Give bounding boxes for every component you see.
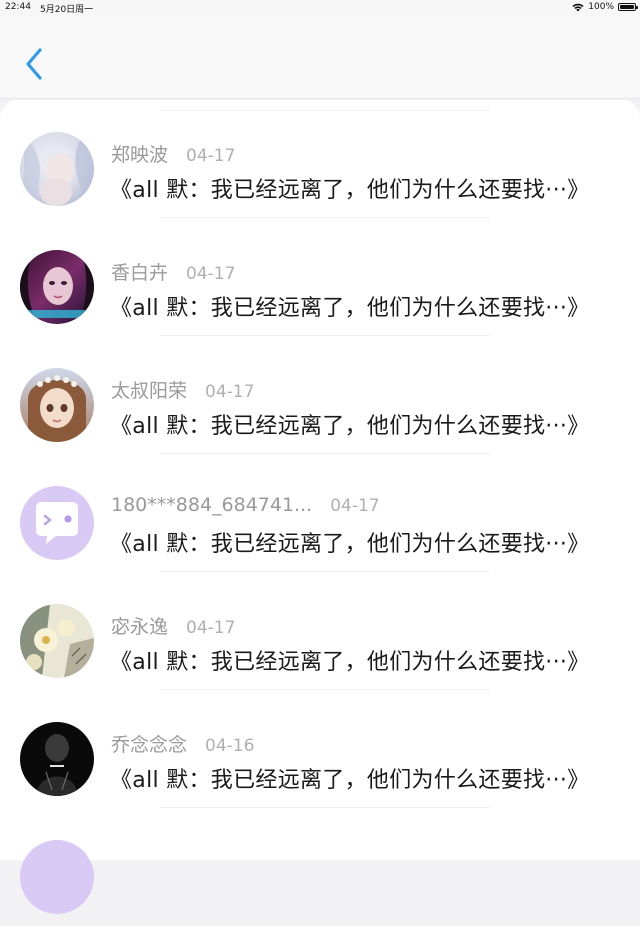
- battery-percent: 100%: [588, 2, 614, 12]
- sender-name: 太叔阳荣: [111, 380, 188, 402]
- list-item[interactable]: 郑映波 04-17 《all 默：我已经远离了，他们为什么还要找···》: [0, 100, 640, 218]
- status-indicators: 100%: [572, 2, 638, 12]
- header-bar: [0, 16, 640, 99]
- message-date: 04-16: [205, 736, 255, 756]
- sender-name: 香白卉: [111, 262, 169, 284]
- message-text: 《all 默：我已经远离了，他们为什么还要找···》: [110, 414, 590, 439]
- back-button[interactable]: [18, 44, 50, 84]
- sender-name: 郑映波: [111, 144, 169, 166]
- status-bar: 22:44 5月20日周一 100%: [0, 0, 640, 16]
- sender-name: 宓永逸: [111, 616, 169, 638]
- status-time: 22:44: [5, 2, 31, 12]
- sender-line: 宓永逸 04-17: [111, 612, 235, 639]
- message-text: 《all 默：我已经远离了，他们为什么还要找···》: [110, 532, 590, 557]
- default-avatar[interactable]: [20, 486, 94, 560]
- sender-line: 180***884_684741... 04-17: [111, 494, 380, 516]
- message-text: 《all 默：我已经远离了，他们为什么还要找···》: [110, 178, 590, 203]
- message-text: 《all 默：我已经远离了，他们为什么还要找···》: [110, 768, 590, 793]
- default-avatar[interactable]: [20, 840, 94, 914]
- list-item[interactable]: 香白卉 04-17 《all 默：我已经远离了，他们为什么还要找···》: [0, 218, 640, 336]
- message-date: 04-17: [205, 382, 255, 402]
- battery-icon: [618, 3, 638, 11]
- message-list: 郑映波 04-17 《all 默：我已经远离了，他们为什么还要找···》 香白卉…: [0, 100, 640, 914]
- wifi-icon: [572, 3, 584, 11]
- avatar[interactable]: [20, 604, 94, 678]
- message-date: 04-17: [186, 146, 236, 166]
- list-item[interactable]: [0, 808, 640, 926]
- sender-line: 太叔阳荣 04-17: [111, 376, 254, 403]
- sender-line: 郑映波 04-17: [111, 140, 235, 167]
- avatar[interactable]: [20, 250, 94, 324]
- message-date: 04-17: [186, 618, 236, 638]
- list-item[interactable]: 乔念念念 04-16 《all 默：我已经远离了，他们为什么还要找···》: [0, 690, 640, 808]
- sender-line: 乔念念念 04-16: [111, 730, 254, 757]
- list-item[interactable]: 太叔阳荣 04-17 《all 默：我已经远离了，他们为什么还要找···》: [0, 336, 640, 454]
- message-text: 《all 默：我已经远离了，他们为什么还要找···》: [110, 296, 590, 321]
- message-text: 《all 默：我已经远离了，他们为什么还要找···》: [110, 650, 590, 675]
- list-item[interactable]: 180***884_684741... 04-17 《all 默：我已经远离了，…: [0, 454, 640, 572]
- avatar[interactable]: [20, 722, 94, 796]
- list-item[interactable]: 宓永逸 04-17 《all 默：我已经远离了，他们为什么还要找···》: [0, 572, 640, 690]
- sender-name: 乔念念念: [111, 734, 188, 756]
- avatar[interactable]: [20, 132, 94, 206]
- sender-name: 180***884_684741...: [111, 494, 313, 516]
- sender-line: 香白卉 04-17: [111, 258, 235, 285]
- avatar[interactable]: [20, 368, 94, 442]
- message-date: 04-17: [186, 264, 236, 284]
- message-date: 04-17: [330, 496, 380, 516]
- chevron-left-icon: [26, 48, 42, 80]
- status-date: 5月20日周一: [40, 5, 94, 15]
